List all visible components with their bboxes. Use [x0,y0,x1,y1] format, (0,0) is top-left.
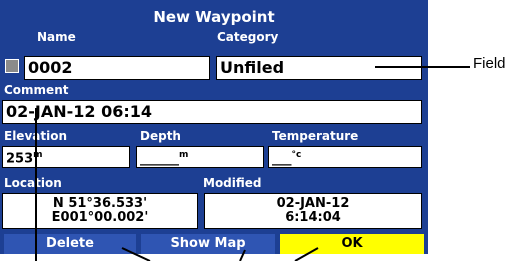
depth-label: Depth [140,129,181,143]
category-field[interactable]: Unfiled [216,56,422,80]
modified-time: 6:14:04 [285,210,341,225]
depth-unit: m [179,150,189,160]
show-map-button[interactable]: Show Map [141,234,275,254]
elevation-field[interactable]: 253m [2,146,130,168]
modified-label: Modified [203,176,262,190]
temperature-label: Temperature [272,129,359,143]
field-leader-line [375,66,430,68]
waypoint-symbol-icon[interactable] [5,59,19,73]
location-latitude: N 51°36.533' [52,196,148,211]
elevation-value: 253 [6,151,34,167]
depth-field[interactable]: ______m [136,146,264,168]
field-annotation: Field [473,55,505,72]
comment-field[interactable]: 02-JAN-12 06:14 [2,100,422,124]
comment-label: Comment [4,83,69,97]
page-title: New Waypoint [153,8,275,26]
field-leader-line-ext [430,66,470,68]
comment-leader-line [35,108,37,261]
temperature-value: ___ [272,151,292,167]
depth-value: ______ [140,151,179,167]
name-field[interactable]: 0002 [24,56,210,80]
location-field[interactable]: N 51°36.533' E001°00.002' [2,193,198,229]
waypoint-screen: New Waypoint Name Category 0002 Unfiled … [0,0,428,254]
temperature-unit: °c [291,150,302,160]
ok-button[interactable]: OK [280,234,424,254]
delete-button[interactable]: Delete [4,234,136,254]
modified-field: 02-JAN-12 6:14:04 [204,193,422,229]
location-longitude: E001°00.002' [51,210,149,225]
modified-date: 02-JAN-12 [276,196,350,211]
location-label: Location [4,176,62,190]
temperature-field[interactable]: ___°c [268,146,422,168]
category-label: Category [217,30,279,44]
name-label: Name [37,30,76,44]
